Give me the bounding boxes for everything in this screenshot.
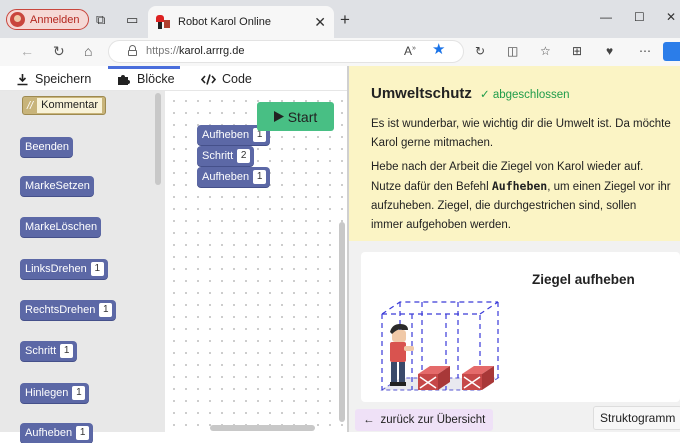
palette-block-comment[interactable]: // Kommentar bbox=[22, 96, 106, 115]
structogram-label: Struktogramm bbox=[600, 411, 676, 425]
new-tab-icon[interactable]: + bbox=[340, 11, 350, 28]
copilot-icon[interactable] bbox=[663, 42, 680, 61]
active-tab-indicator bbox=[108, 66, 180, 69]
code-label: Code bbox=[222, 72, 252, 86]
code-icon bbox=[201, 73, 216, 85]
profile-label: Anmelden bbox=[30, 13, 80, 26]
task-paragraph-1: Es ist wunderbar, wie wichtig dir die Um… bbox=[371, 118, 671, 149]
browser-tab-active[interactable]: Robot Karol Online ✕ bbox=[148, 6, 334, 38]
puzzle-icon bbox=[118, 74, 130, 85]
palette-block-aufheben[interactable]: Aufheben 1 bbox=[20, 423, 94, 443]
reload-icon[interactable]: ↻ bbox=[53, 44, 65, 58]
workspaces-icon[interactable]: ⧉ bbox=[96, 13, 105, 26]
favorite-star-icon[interactable]: ★ bbox=[432, 42, 445, 57]
home-icon[interactable]: ⌂ bbox=[84, 44, 92, 58]
task-paragraph-2: Hebe nach der Arbeit die Ziegel von Karo… bbox=[371, 161, 671, 231]
palette-block-markeloeschen[interactable]: MarkeLöschen bbox=[20, 217, 102, 237]
avatar bbox=[10, 12, 25, 27]
workspace-horizontal-scrollbar[interactable] bbox=[210, 425, 315, 431]
collections-icon[interactable]: ⊞ bbox=[572, 45, 582, 57]
task-title: Umweltschutz bbox=[371, 85, 472, 102]
block-number-field[interactable]: 1 bbox=[72, 386, 86, 400]
performance-icon[interactable]: ♥ bbox=[606, 45, 613, 57]
tab-blocks[interactable]: Blöcke bbox=[117, 72, 175, 86]
back-label: zurück zur Übersicht bbox=[380, 414, 486, 426]
start-button[interactable]: Start bbox=[257, 102, 334, 131]
close-window-icon[interactable]: ✕ bbox=[666, 11, 676, 23]
block-number-field[interactable]: 1 bbox=[76, 426, 90, 440]
more-menu-icon[interactable]: ⋯ bbox=[639, 45, 651, 57]
start-label: Start bbox=[287, 108, 318, 125]
download-icon bbox=[17, 73, 28, 85]
save-button[interactable]: Speichern bbox=[16, 72, 91, 86]
profile-button[interactable]: Anmelden bbox=[6, 9, 89, 30]
lock-icon bbox=[128, 45, 137, 56]
tab-title: Robot Karol Online bbox=[178, 16, 271, 28]
split-screen-icon[interactable]: ◫ bbox=[507, 45, 518, 57]
block-number-field[interactable]: 1 bbox=[253, 170, 267, 184]
block-number-field[interactable]: 2 bbox=[237, 149, 251, 163]
back-to-overview-link[interactable]: ← zurück zur Übersicht bbox=[355, 409, 494, 431]
palette-block-linksdrehen[interactable]: LinksDrehen 1 bbox=[20, 259, 108, 279]
palette-block-rechtsdrehen[interactable]: RechtsDrehen 1 bbox=[20, 300, 117, 320]
block-number-field[interactable]: 1 bbox=[60, 344, 74, 358]
karol-robot-icon bbox=[390, 324, 414, 386]
read-aloud-icon[interactable]: A» bbox=[404, 45, 416, 57]
block-number-field[interactable]: 1 bbox=[90, 262, 104, 276]
palette-block-hinlegen[interactable]: Hinlegen 1 bbox=[20, 383, 90, 403]
structogram-button[interactable]: Struktogramm bbox=[593, 406, 680, 430]
back-icon[interactable]: ← bbox=[20, 44, 34, 58]
palette-block-beenden[interactable]: Beenden bbox=[20, 137, 74, 157]
minimize-icon[interactable]: — bbox=[600, 11, 612, 23]
workspace-vertical-scrollbar[interactable] bbox=[339, 222, 345, 422]
play-icon bbox=[273, 111, 284, 122]
karol-favicon-icon bbox=[156, 15, 170, 29]
program-block-schritt[interactable]: Schritt 2 bbox=[197, 146, 255, 166]
program-block-aufheben-2[interactable]: Aufheben 1 bbox=[197, 167, 271, 187]
save-label: Speichern bbox=[35, 72, 92, 86]
block-number-field[interactable]: 1 bbox=[99, 303, 113, 317]
palette-block-markesetzen[interactable]: MarkeSetzen bbox=[20, 176, 94, 196]
favorites-list-icon[interactable]: ☆ bbox=[540, 45, 551, 57]
karol-world-preview bbox=[380, 301, 500, 391]
check-icon: ✓ bbox=[480, 89, 490, 101]
blocks-label: Blöcke bbox=[137, 72, 175, 86]
arrow-left-icon: ← bbox=[363, 414, 375, 426]
extensions-icon[interactable]: ↻ bbox=[475, 45, 485, 57]
palette-scrollbar[interactable] bbox=[155, 93, 161, 185]
url-text[interactable]: https://karol.arrrg.de bbox=[146, 45, 244, 57]
palette-block-schritt[interactable]: Schritt 1 bbox=[20, 341, 78, 361]
tab-code[interactable]: Code bbox=[201, 72, 252, 86]
close-tab-icon[interactable]: ✕ bbox=[314, 14, 326, 31]
tab-actions-icon[interactable]: ▭ bbox=[126, 13, 138, 26]
maximize-icon[interactable]: ☐ bbox=[634, 11, 645, 23]
brick-icon bbox=[462, 366, 494, 390]
preview-title: Ziegel aufheben bbox=[532, 272, 635, 287]
status-badge: ✓ abgeschlossen bbox=[480, 89, 570, 101]
